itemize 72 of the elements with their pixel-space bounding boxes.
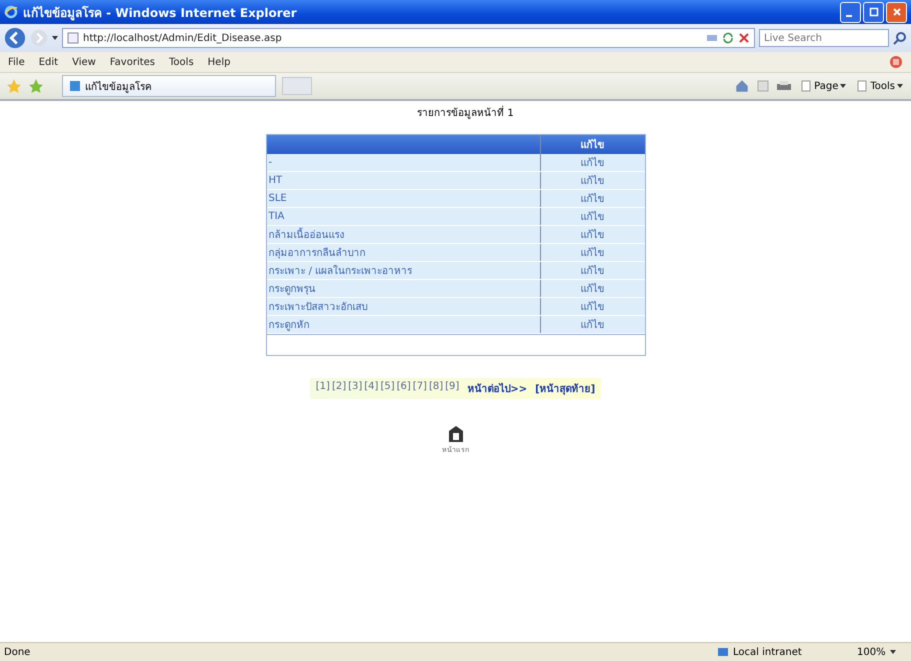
search-icon[interactable]: [893, 31, 907, 45]
page-icon: [69, 80, 81, 92]
next-page-link[interactable]: หน้าต่อไป>>: [467, 381, 528, 396]
disease-name-cell: กระเพาะปัสสาวะอักเสบ: [266, 298, 540, 316]
browser-logo-icon: [4, 5, 18, 19]
add-favorite-icon[interactable]: [28, 78, 44, 94]
page-icon: [67, 32, 79, 44]
disease-name-cell: กระดูกหัก: [266, 316, 540, 334]
last-page-link[interactable]: [หน้าสุดท้าย]: [535, 381, 596, 396]
toolbar-menu-button[interactable]: Page: [798, 80, 848, 92]
home-icon[interactable]: [448, 425, 464, 443]
menu-item[interactable]: Edit: [38, 56, 58, 68]
minimize-button[interactable]: [840, 2, 861, 22]
security-zone: Local intranet: [733, 646, 802, 658]
maximize-button[interactable]: [863, 2, 884, 22]
stop-icon[interactable]: [738, 32, 750, 44]
menu-item[interactable]: Favorites: [110, 56, 156, 68]
close-button[interactable]: [886, 2, 907, 22]
edit-link[interactable]: แก้ไข: [580, 212, 604, 223]
page-link[interactable]: [9]: [445, 381, 460, 396]
edit-link[interactable]: แก้ไข: [580, 158, 604, 169]
disease-name-cell: SLE: [266, 190, 540, 208]
toolbar-menu-button[interactable]: Tools: [854, 80, 905, 92]
intranet-icon: [717, 646, 729, 658]
page-link[interactable]: [7]: [412, 381, 427, 396]
browser-tab[interactable]: แก้ไขข้อมูลโรค: [62, 75, 276, 97]
disease-name-cell: กระเพาะ / แผลในกระเพาะอาหาร: [266, 262, 540, 280]
dropdown-icon[interactable]: [52, 36, 58, 40]
menu-item[interactable]: View: [72, 56, 96, 68]
disease-name-cell: -: [266, 154, 540, 172]
menu-item[interactable]: Tools: [169, 56, 194, 68]
page-link[interactable]: [8]: [428, 381, 444, 396]
column-header: แก้ไข: [540, 135, 644, 154]
menu-item[interactable]: File: [8, 56, 25, 68]
page-link[interactable]: [5]: [380, 381, 395, 396]
edit-link[interactable]: แก้ไข: [580, 302, 604, 313]
search-field[interactable]: Live Search: [759, 29, 889, 47]
edit-link[interactable]: แก้ไข: [580, 194, 604, 205]
zoom-level[interactable]: 100%: [857, 646, 886, 658]
page-link[interactable]: [1]: [316, 381, 330, 396]
caret-icon[interactable]: [890, 650, 896, 654]
close-icon: [892, 7, 902, 17]
document-icon: [800, 80, 812, 92]
disease-name-cell: TIA: [266, 208, 540, 226]
disease-name-cell: กลุ่มอาการกลืนลำบาก: [266, 244, 540, 262]
edit-link[interactable]: แก้ไข: [580, 266, 604, 277]
maximize-icon: [868, 7, 878, 17]
edit-link[interactable]: แก้ไข: [580, 176, 604, 187]
address-field[interactable]: http://localhost/Admin/Edit_Disease.asp: [62, 28, 755, 48]
edit-link[interactable]: แก้ไข: [580, 248, 604, 259]
edit-link[interactable]: แก้ไข: [580, 320, 604, 331]
status-text: Done: [4, 646, 30, 658]
menu-item[interactable]: Help: [208, 56, 230, 68]
disease-name-cell: HT: [266, 172, 540, 190]
document-icon: [856, 80, 868, 92]
edit-link[interactable]: แก้ไข: [580, 230, 604, 241]
page-link[interactable]: [6]: [396, 381, 411, 396]
refresh-icon[interactable]: [722, 32, 734, 44]
edit-link[interactable]: แก้ไข: [580, 284, 604, 295]
disease-name-cell: กระดูกพรุน: [266, 280, 540, 298]
page-link[interactable]: [2]: [332, 381, 346, 396]
minimize-icon: [846, 15, 852, 17]
favorites-star-icon[interactable]: [6, 78, 22, 94]
page-link[interactable]: [4]: [364, 381, 378, 396]
back-button[interactable]: [4, 27, 26, 49]
printer-icon[interactable]: [776, 79, 792, 93]
window-title: แก้ไขข้อมูลโรค - Windows Internet Explorer: [23, 4, 297, 22]
disease-name-cell: กล้ามเนื้ออ่อนแรง: [266, 226, 540, 244]
page-link[interactable]: [3]: [348, 381, 362, 396]
caret-icon: [840, 84, 846, 88]
page-heading: รายการข้อมูลหน้าที่ 1: [417, 105, 514, 120]
caret-icon: [897, 84, 903, 88]
